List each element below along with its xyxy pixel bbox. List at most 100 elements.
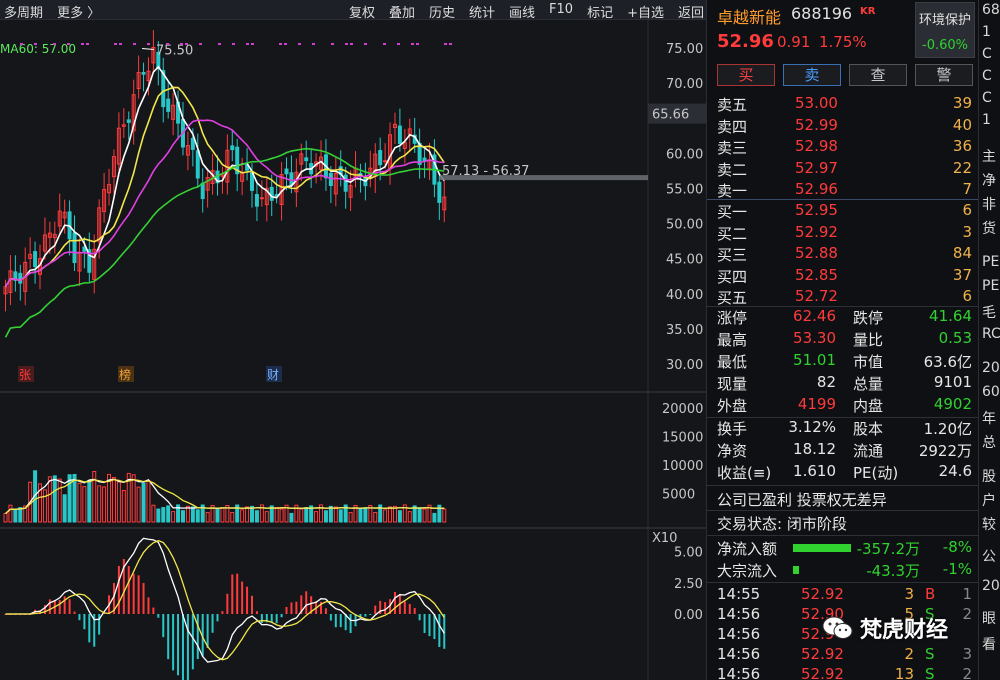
kline-chart[interactable]: 75.0070.0065.0060.0055.0050.0045.0040.00… [0,20,706,680]
more-button[interactable]: 更多 〉 [57,6,100,21]
tick-price: 52.92 [801,665,844,680]
candle [151,30,156,72]
macd-bar [48,599,51,614]
multi-period-button[interactable]: 多周期 [4,6,43,21]
macd-bar [334,614,337,628]
strip-text: 较 [982,517,996,533]
macd-bar [251,595,253,614]
event-marker [350,43,353,45]
toolbar-button[interactable]: F10 [549,2,573,21]
volume-bar [156,508,161,523]
price-tick-label: 30.00 [666,358,703,373]
volume-bar [240,509,245,523]
event-marker [383,43,386,45]
tick-count: 1 [962,585,972,603]
event-tag[interactable]: 张 [19,368,31,382]
strip-text: 股 [982,469,996,485]
stat-label: 市值 [853,353,884,371]
order-level-label: 买四 [717,267,748,286]
volume-bar [116,481,121,523]
toolbar-button[interactable]: 叠加 [389,2,415,21]
stat-value: 4199 [797,395,836,413]
sell-button[interactable]: 卖 [783,64,841,86]
flow-label: 净流入额 [717,540,778,558]
toolbar-button[interactable]: 复权 [349,2,375,21]
candle [171,92,176,136]
macd-bar [83,614,86,630]
stat-value: 41.64 [929,307,972,325]
macd-bar [393,591,396,614]
tick-count: 2 [962,605,972,623]
strip-text: 1 [982,24,991,40]
stat-label: 流通 [853,442,884,460]
macd-bar [270,614,273,623]
event-marker [331,43,334,45]
strip-text: 户 [982,493,996,509]
volume-bar [121,490,126,523]
buy-order-row: 买二 52.92 3 [717,223,972,245]
stat-value: 3.12% [788,418,836,436]
toolbar-button[interactable]: 标记 [587,2,613,21]
tick-volume: 2 [904,645,914,663]
candle [343,166,348,209]
strip-text: 60 [982,384,1000,400]
volume-bar [8,504,13,523]
volume-bar [102,486,107,523]
macd-bar [260,614,263,624]
toolbar-button[interactable]: 画线 [509,2,535,21]
toolbar-button[interactable]: 历史 [429,2,455,21]
volume-bar [82,486,87,523]
tick-count: 2 [962,665,972,680]
stat-row: 涨停 62.46 跌停 41.64 [717,307,972,329]
volume-bar [47,476,52,523]
alert-button[interactable]: 警 [915,64,973,86]
toolbar-button[interactable]: +自选 [627,2,664,21]
order-level-label: 卖三 [717,139,748,157]
order-level-label: 卖五 [717,96,748,114]
buy-button[interactable]: 买 [717,64,775,86]
toolbar-button[interactable]: 统计 [469,2,495,21]
tick-price: 52.92 [801,585,844,603]
section-separator [707,510,979,511]
stock-name[interactable]: 卓越新能 [717,4,781,28]
price-tick-label: 75.00 [666,42,703,57]
volume-bar [358,507,363,523]
event-tag[interactable]: 财 [267,368,279,382]
macd-bar [177,614,180,676]
sell-order-row: 卖五 53.00 39 [717,94,972,116]
volume-bar [407,511,412,523]
macd-bar [324,608,327,614]
macd-bar [349,614,352,634]
stat-label: 总量 [853,375,884,393]
candle [402,128,407,164]
candle [33,241,38,284]
candle [52,221,57,254]
toolbar-button[interactable]: 返回 [678,2,704,21]
tick-time: 14:56 [717,665,761,680]
sector-box[interactable]: 环境保护 -0.60% [915,2,975,58]
event-marker [119,43,122,45]
order-level-label: 买五 [717,289,748,307]
order-level-label: 卖四 [717,117,748,136]
stat-label: 净资 [717,442,748,460]
volume-bar [190,506,195,523]
volume-bar [333,506,338,523]
macd-bar [78,614,81,621]
macd-bar [167,614,170,660]
macd-bar [137,575,140,614]
query-button[interactable]: 查 [849,64,907,86]
macd-bar [191,614,194,670]
orderbook-separator [707,199,979,200]
volume-bar [397,510,402,523]
candle [319,140,324,181]
order-price: 53.00 [795,94,838,112]
volume-bar [289,512,294,523]
stat-label: 收益(≡) [717,464,772,482]
sell-order-row: 卖三 52.98 36 [717,137,972,159]
macd-bar [285,606,288,614]
candle [72,215,77,272]
event-tag[interactable]: 榜 [119,367,131,382]
price-tick-label: 60.00 [666,147,703,162]
strip-text: 主 [982,149,996,165]
volume-bar [205,512,210,523]
